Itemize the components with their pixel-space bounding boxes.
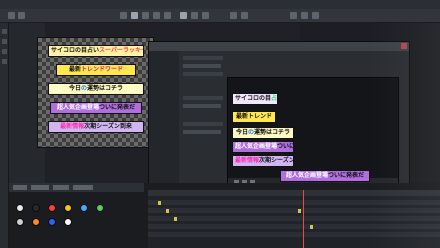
property-row[interactable] (183, 130, 221, 134)
tool-icon[interactable] (153, 12, 160, 19)
property-row[interactable] (183, 122, 223, 126)
telop-canvas-2[interactable]: 最新トレンドワード (56, 64, 136, 76)
keyframe[interactable] (158, 201, 161, 205)
property-row[interactable] (183, 104, 221, 108)
telop-text: 最新情報 (60, 123, 85, 130)
template-list[interactable] (149, 51, 179, 191)
telop-preview-2[interactable]: 最新トレンド (232, 111, 276, 123)
tool-icon[interactable] (312, 12, 319, 19)
tool-icon[interactable] (301, 12, 308, 19)
tool-icon[interactable] (241, 12, 248, 19)
tool-icon[interactable] (120, 12, 127, 19)
effect-preset-icon[interactable] (64, 218, 72, 226)
tab[interactable] (73, 185, 93, 190)
telop-preview-4[interactable]: 超人気企画登場ついに発表だ (232, 141, 294, 153)
keyframe[interactable] (174, 217, 177, 221)
tab[interactable] (53, 185, 69, 190)
telop-text: ついに発表だ (277, 143, 294, 150)
composition-canvas[interactable]: サイコロの目占いスーパーラッキー 最新トレンドワード 今日の運勢はコチラ 超人気企画登… (37, 37, 154, 148)
telop-text: 最新トレンド (235, 113, 272, 120)
telop-preview-6[interactable]: 超人気企画登場ついに発表だ (280, 170, 370, 182)
timeline-track[interactable] (148, 200, 440, 205)
telop-text: ついに発表だ (99, 104, 136, 111)
timeline[interactable] (148, 196, 440, 248)
timeline-track[interactable] (148, 224, 440, 229)
telop-text: トレンドワード (81, 66, 124, 73)
timeline-track[interactable] (148, 216, 440, 221)
telop-text: 最新 (68, 66, 81, 73)
telop-text: 運勢 (87, 85, 100, 92)
telop-canvas-4[interactable]: 超人気企画登場ついに発表だ (50, 102, 142, 114)
telop-preview[interactable]: サイコロの目占い最新トレンド今日の運勢はコチラ超人気企画登場ついに発表だ最新情報… (227, 77, 399, 189)
telop-text: 今日 (235, 129, 248, 136)
telop-text: 超人気企画登場 (285, 172, 328, 179)
timeline-track[interactable] (148, 232, 440, 237)
tab[interactable] (13, 185, 27, 190)
panel-icon[interactable] (2, 59, 7, 64)
effect-preset-icon[interactable] (48, 218, 56, 226)
telop-text: スーパーラッキー (99, 47, 144, 54)
telop-text: サイコロの目 (235, 95, 272, 102)
keyframe[interactable] (166, 209, 169, 213)
tool-icon[interactable] (230, 12, 237, 19)
tool-icon[interactable] (142, 12, 149, 19)
telop-text: ついに発表だ (328, 172, 365, 179)
telop-text: 占い (271, 95, 278, 102)
property-row[interactable] (183, 72, 223, 76)
panel-icon[interactable] (2, 39, 7, 44)
telop-text: 超人気企画登場 (56, 104, 99, 111)
property-row[interactable] (183, 64, 221, 68)
window-title-bar[interactable] (149, 42, 409, 51)
telop-text: はコチラ (99, 85, 124, 92)
tab[interactable] (31, 185, 49, 190)
timeline-track[interactable] (148, 208, 440, 213)
tool-icon[interactable] (131, 12, 138, 19)
keyframe[interactable] (310, 225, 313, 229)
effect-preset-icon[interactable] (64, 204, 72, 212)
property-row[interactable] (183, 56, 223, 60)
effect-preset-icon[interactable] (32, 218, 40, 226)
telop-text: 今日 (68, 85, 81, 92)
menu-bar[interactable] (0, 0, 440, 9)
toolbar[interactable] (0, 9, 440, 23)
effect-preset-icon[interactable] (96, 204, 104, 212)
tool-icon[interactable] (191, 12, 198, 19)
telop-text: 超人気企画登場 (235, 143, 278, 150)
telop-canvas-1[interactable]: サイコロの目占いスーパーラッキー (48, 45, 144, 57)
playhead[interactable] (303, 190, 304, 248)
close-icon[interactable] (401, 43, 407, 49)
telop-canvas-5[interactable]: 最新情報次期シーズン到来 (48, 121, 144, 133)
effect-preset-icon[interactable] (16, 204, 24, 212)
tool-icon[interactable] (8, 12, 15, 19)
telop-text: 次期シーズン到来 (259, 157, 294, 164)
telop-preview-3[interactable]: 今日の運勢はコチラ (232, 127, 294, 139)
left-tool-strip (0, 23, 9, 248)
telop-preview-1[interactable]: サイコロの目占い (232, 93, 278, 105)
tool-icon[interactable] (290, 12, 297, 19)
effect-preset-icon[interactable] (48, 204, 56, 212)
telop-text: サイコロの目占い (51, 47, 100, 54)
bottom-tabs[interactable] (9, 183, 144, 192)
tool-icon[interactable] (202, 12, 209, 19)
telop-canvas-3[interactable]: 今日の運勢はコチラ (48, 83, 144, 95)
effect-preset-icon[interactable] (16, 218, 24, 226)
panel-icon[interactable] (2, 49, 7, 54)
tool-icon[interactable] (18, 12, 25, 19)
tool-icon[interactable] (180, 12, 187, 19)
keyframe[interactable] (298, 209, 301, 213)
telop-text: 運勢はコチラ (254, 129, 291, 136)
telop-text: 最新情報 (235, 157, 260, 164)
telop-text: 次期シーズン到来 (84, 123, 132, 130)
effect-preset-icon[interactable] (80, 204, 88, 212)
tool-icon[interactable] (164, 12, 171, 19)
property-row[interactable] (183, 96, 223, 100)
telop-preview-5[interactable]: 最新情報次期シーズン到来 (232, 155, 294, 167)
effect-preset-icon[interactable] (32, 204, 40, 212)
panel-icon[interactable] (2, 29, 7, 34)
telop-template-window[interactable]: サイコロの目占い最新トレンド今日の運勢はコチラ超人気企画登場ついに発表だ最新情報… (148, 41, 410, 192)
